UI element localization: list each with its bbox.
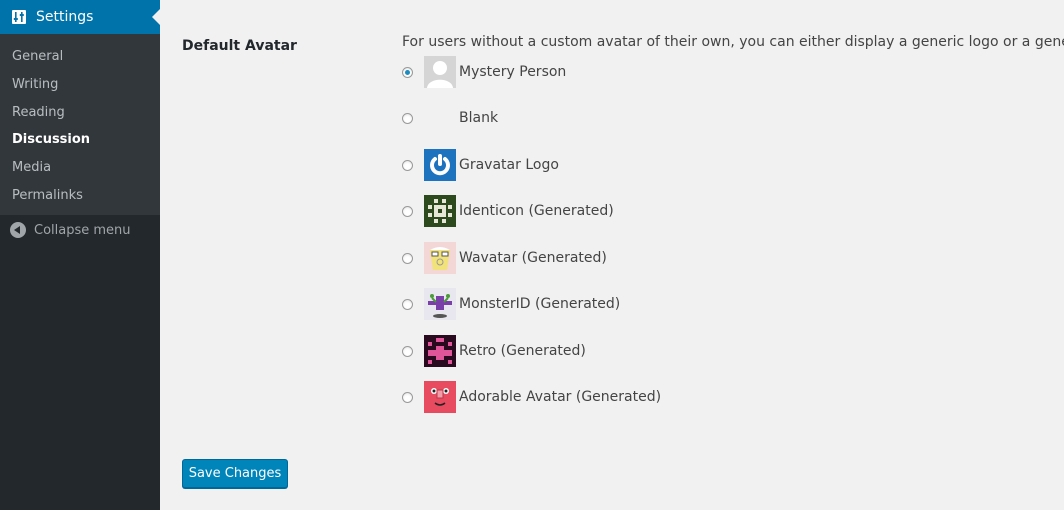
- avatar-radio-monsterid[interactable]: [402, 298, 413, 310]
- collapse-menu-label: Collapse menu: [34, 222, 131, 238]
- avatar-option-identicon[interactable]: Identicon (Generated): [402, 195, 614, 227]
- identicon-avatar-icon: [424, 195, 456, 227]
- avatar-label-blank: Blank: [459, 110, 499, 126]
- collapse-menu-button[interactable]: Collapse menu: [10, 222, 131, 238]
- avatar-radio-mystery-person[interactable]: [402, 66, 413, 78]
- avatar-option-mystery-person[interactable]: Mystery Person: [402, 56, 566, 88]
- current-menu-arrow: [152, 9, 160, 25]
- avatar-radio-wavatar[interactable]: [402, 252, 413, 264]
- default-avatar-description: For users without a custom avatar of the…: [402, 34, 1064, 50]
- save-changes-button[interactable]: Save Changes: [182, 459, 288, 488]
- settings-icon: [11, 9, 27, 25]
- settings-main-content: Default Avatar For users without a custo…: [160, 0, 1064, 510]
- avatar-label-identicon: Identicon (Generated): [459, 203, 614, 219]
- retro-avatar-icon: [424, 335, 456, 367]
- avatar-radio-adorable[interactable]: [402, 391, 413, 403]
- avatar-option-wavatar[interactable]: Wavatar (Generated): [402, 242, 607, 274]
- sidebar-item-reading[interactable]: Reading: [0, 99, 160, 127]
- avatar-label-retro: Retro (Generated): [459, 343, 586, 359]
- avatar-option-blank[interactable]: Blank: [402, 102, 498, 134]
- admin-sidebar: Settings General Writing Reading Discuss…: [0, 0, 160, 510]
- monsterid-avatar-icon: [424, 288, 456, 320]
- avatar-radio-retro[interactable]: [402, 345, 413, 357]
- mystery-person-avatar-icon: [424, 56, 456, 88]
- avatar-option-gravatar-logo[interactable]: Gravatar Logo: [402, 149, 559, 181]
- avatar-radio-gravatar-logo[interactable]: [402, 159, 413, 171]
- default-avatar-label: Default Avatar: [182, 38, 297, 54]
- avatar-option-adorable[interactable]: Adorable Avatar (Generated): [402, 381, 661, 413]
- avatar-label-mystery-person: Mystery Person: [459, 64, 567, 80]
- collapse-arrow-icon: [10, 222, 26, 238]
- avatar-label-wavatar: Wavatar (Generated): [459, 250, 607, 266]
- settings-menu-label: Settings: [36, 9, 94, 25]
- avatar-radio-identicon[interactable]: [402, 205, 413, 217]
- adorable-avatar-icon: [424, 381, 456, 413]
- sidebar-item-discussion[interactable]: Discussion: [0, 126, 160, 154]
- avatar-label-adorable: Adorable Avatar (Generated): [459, 389, 662, 405]
- blank-avatar-icon: [424, 102, 456, 134]
- avatar-option-monsterid[interactable]: MonsterID (Generated): [402, 288, 620, 320]
- avatar-label-gravatar-logo: Gravatar Logo: [459, 157, 559, 173]
- settings-menu-header[interactable]: Settings: [0, 0, 160, 34]
- sidebar-item-writing[interactable]: Writing: [0, 71, 160, 99]
- avatar-radio-blank[interactable]: [402, 112, 413, 124]
- sidebar-item-permalinks[interactable]: Permalinks: [0, 182, 160, 210]
- avatar-option-retro[interactable]: Retro (Generated): [402, 335, 586, 367]
- gravatar-logo-avatar-icon: [424, 149, 456, 181]
- settings-submenu: General Writing Reading Discussion Media…: [0, 34, 160, 215]
- sidebar-item-general[interactable]: General: [0, 43, 160, 71]
- wavatar-avatar-icon: [424, 242, 456, 274]
- sidebar-item-media[interactable]: Media: [0, 154, 160, 182]
- avatar-label-monsterid: MonsterID (Generated): [459, 296, 621, 312]
